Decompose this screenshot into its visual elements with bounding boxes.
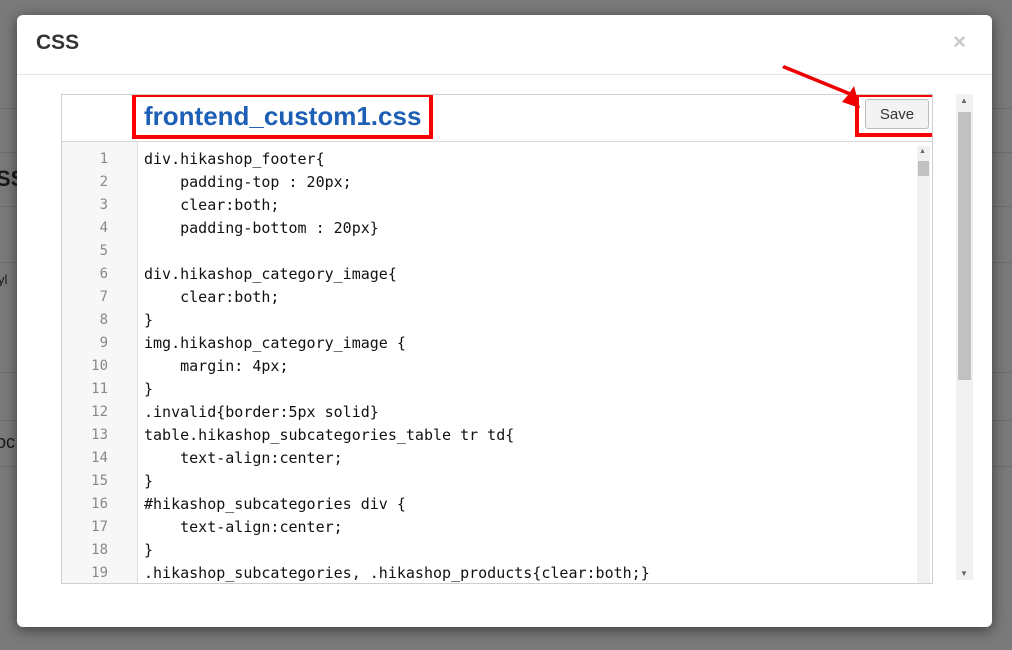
line-number: 15: [91, 473, 108, 489]
line-number: 19: [91, 565, 108, 581]
file-name-highlight: frontend_custom1.css: [132, 95, 434, 139]
file-name: frontend_custom1.css: [144, 100, 422, 131]
scroll-up-icon[interactable]: ▲: [960, 96, 968, 105]
line-number: 1: [99, 151, 108, 167]
code-line[interactable]: #hikashop_subcategories div {: [144, 493, 912, 516]
line-number-gutter: 1 2 3 4 5 6 7 8 9 10 11 12 13 14 15 16 17 18 19: [62, 142, 138, 583]
line-number: 8: [99, 312, 108, 328]
close-icon[interactable]: ×: [953, 29, 966, 55]
code-line[interactable]: }: [144, 539, 912, 562]
code-line[interactable]: }: [144, 470, 912, 493]
code-line[interactable]: [144, 240, 912, 263]
line-number: 10: [91, 358, 108, 374]
code-line[interactable]: text-align:center;: [144, 516, 912, 539]
code-line[interactable]: }: [144, 309, 912, 332]
code-line[interactable]: .hikashop_subcategories, .hikashop_produ…: [144, 562, 912, 583]
css-editor: frontend_custom1.css Save 1 2 3 4 5 6 7 8 9 10 11 1…: [61, 94, 933, 584]
code-line[interactable]: div.hikashop_footer{: [144, 148, 912, 171]
line-number: 18: [91, 542, 108, 558]
scroll-down-icon[interactable]: ▼: [960, 569, 968, 578]
code-line[interactable]: padding-top : 20px;: [144, 171, 912, 194]
red-arrow-icon: [782, 65, 860, 108]
line-number: 7: [99, 289, 108, 305]
line-number: 16: [91, 496, 108, 512]
modal-scrollbar-thumb[interactable]: [958, 112, 971, 380]
line-numbers: 1 2 3 4 5 6 7 8 9 10 11 12 13 14 15 16 17 18 19: [62, 142, 137, 583]
code-line[interactable]: clear:both;: [144, 194, 912, 217]
code-line[interactable]: padding-bottom : 20px}: [144, 217, 912, 240]
code-line[interactable]: img.hikashop_category_image {: [144, 332, 912, 355]
line-number: 13: [91, 427, 108, 443]
modal-scrollbar[interactable]: ▲ ▼: [956, 94, 973, 580]
line-number: 11: [91, 381, 108, 397]
line-number: 12: [91, 404, 108, 420]
code-line[interactable]: div.hikashop_category_image{: [144, 263, 912, 286]
line-number: 6: [99, 266, 108, 282]
line-number: 14: [91, 450, 108, 466]
red-arrow-icon: [782, 65, 860, 108]
line-number: 2: [99, 174, 108, 190]
line-number: 4: [99, 220, 108, 236]
code-lines[interactable]: div.hikashop_footer{ padding-top : 20px;…: [144, 142, 912, 583]
editor-scrollbar-thumb[interactable]: [918, 161, 929, 176]
code-line[interactable]: clear:both;: [144, 286, 912, 309]
code-text-area[interactable]: div.hikashop_footer{ padding-top : 20px;…: [144, 142, 912, 583]
code-line[interactable]: text-align:center;: [144, 447, 912, 470]
code-editor[interactable]: 1 2 3 4 5 6 7 8 9 10 11 12 13 14 15 16 17 18 19 div.hikash…: [62, 142, 932, 583]
code-line[interactable]: table.hikashop_subcategories_table tr td…: [144, 424, 912, 447]
scroll-up-icon[interactable]: ▲: [919, 148, 926, 155]
line-number: 17: [91, 519, 108, 535]
line-number: 5: [99, 243, 108, 259]
code-line[interactable]: .invalid{border:5px solid}: [144, 401, 912, 424]
code-line[interactable]: margin: 4px;: [144, 355, 912, 378]
editor-scrollbar[interactable]: ▲: [917, 146, 930, 583]
line-number: 3: [99, 197, 108, 213]
code-line[interactable]: }: [144, 378, 912, 401]
modal-title: CSS: [36, 31, 80, 54]
line-number: 9: [99, 335, 108, 351]
